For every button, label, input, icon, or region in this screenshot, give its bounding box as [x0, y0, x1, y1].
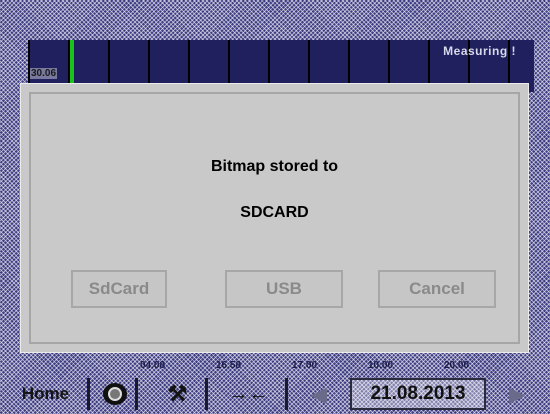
screenshot-button[interactable] — [94, 378, 138, 410]
wrench-icon: ⚒ — [167, 381, 188, 406]
value-label: 20.00 — [444, 360, 470, 371]
value-label: 17.00 — [292, 360, 318, 371]
tools-button[interactable]: ⚒ — [150, 378, 208, 410]
forward-button[interactable]: ▶ — [492, 378, 542, 410]
camera-lens — [107, 387, 122, 401]
value-label: 16.58 — [216, 360, 242, 371]
dialog-message: Bitmap stored to — [210, 158, 339, 175]
dialog-storage-target: SDCARD — [240, 204, 309, 221]
arrow-right-icon: ▶ — [509, 383, 525, 406]
sdcard-button[interactable]: SdCard — [71, 270, 167, 308]
bottom-toolbar: Home ⚒ →← ◀ 21.08.2013 ▶ — [0, 376, 550, 414]
arrow-left-icon: ◀ — [311, 383, 327, 406]
arrows-button[interactable]: →← — [212, 378, 288, 410]
cancel-button[interactable]: Cancel — [378, 270, 496, 308]
value-labels: 04.08 16.58 17.00 10.00 20.00 — [0, 360, 550, 374]
dialog-frame: Bitmap stored to SDCARD SdCard USB Cance… — [29, 92, 520, 344]
home-button[interactable]: Home — [4, 378, 90, 410]
value-label: 04.08 — [140, 360, 166, 371]
usb-button[interactable]: USB — [225, 270, 343, 308]
camera-icon — [102, 383, 127, 405]
bitmap-stored-dialog: Bitmap stored to SDCARD SdCard USB Cance… — [20, 83, 529, 353]
back-button[interactable]: ◀ — [294, 378, 344, 410]
date-field[interactable]: 21.08.2013 — [350, 378, 486, 410]
value-label: 10.00 — [368, 360, 394, 371]
screen: Measuring ! 30.06 Bitmap stored to SDCAR… — [0, 0, 550, 414]
plot-value-label: 30.06 — [30, 68, 58, 79]
status-text: Measuring ! — [443, 44, 516, 58]
arrows-icon: →← — [228, 382, 269, 405]
